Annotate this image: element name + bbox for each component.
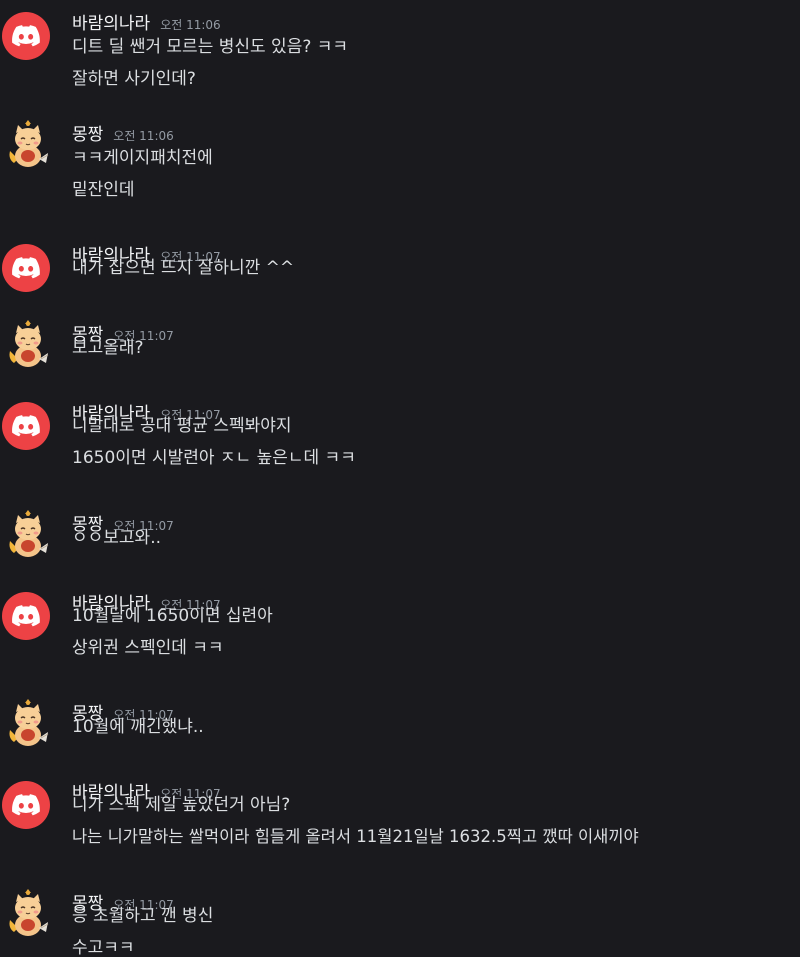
message-group: 몽짱 오전 11:07 ㅇㅇ보고와.. (0, 501, 800, 581)
avatar[interactable] (2, 402, 50, 450)
message-text: 밑잔인데 (72, 180, 135, 200)
message-header: 몽짱 오전 11:06 (72, 120, 174, 145)
message-text: ㅋㅋ게이지패치전에 (72, 148, 213, 168)
discord-logo-icon (12, 25, 40, 47)
cat-mascot-icon (9, 320, 49, 367)
avatar[interactable] (4, 509, 52, 559)
message-header: 바람의나라 오전 11:06 (72, 9, 221, 34)
message-group: 바람의나라 오전 11:07 니가 스펙 제일 높았던거 아님? 나는 니가말하… (0, 769, 800, 879)
message-text: 디트 딜 쌘거 모르는 병신도 있음? ㅋㅋ (72, 37, 349, 57)
timestamp[interactable]: 오전 11:06 (160, 16, 220, 33)
discord-logo-icon (12, 605, 40, 627)
avatar[interactable] (4, 119, 52, 169)
message-text: 나는 니가말하는 쌀먹이라 힘들게 올려서 11월21일날 1632.5찍고 깼… (72, 827, 639, 846)
avatar[interactable] (2, 12, 50, 60)
message-text: 잘하면 사기인데? (72, 69, 196, 89)
message-group: 몽짱 오전 11:07 응 초월하고 깬 병신 수고ㅋㅋ (0, 880, 800, 957)
cat-mascot-icon (9, 889, 49, 936)
message-text: 1650이면 시발련아 ㅈㄴ 높은ㄴ데 ㅋㅋ (72, 448, 356, 468)
cat-mascot-icon (9, 510, 49, 557)
message-group: 바람의나라 오전 11:06 디트 딜 쌘거 모르는 병신도 있음? ㅋㅋ 잘하… (0, 0, 800, 110)
discord-logo-icon (12, 415, 40, 437)
message-group: 바람의나라 오전 11:07 내가 잡으면 뜨지 잘하니깐 ^^ (0, 232, 800, 312)
message-text: 보고올래? (72, 338, 144, 358)
username[interactable]: 바람의나라 (72, 9, 150, 34)
message-text: 응 초월하고 깬 병신 (72, 906, 214, 926)
avatar[interactable] (2, 781, 50, 829)
message-text: 수고ㅋㅋ (72, 938, 135, 957)
message-text: 내가 잡으면 뜨지 잘하니깐 ^^ (72, 258, 295, 278)
avatar[interactable] (4, 698, 52, 748)
message-group: 바람의나라 오전 11:07 니말대로 공대 평균 스펙봐야지 1650이면 시… (0, 390, 800, 500)
cat-mascot-icon (9, 120, 49, 167)
message-text: 10월달에 1650이면 십련아 (72, 606, 273, 626)
message-text: 니가 스펙 제일 높았던거 아님? (72, 795, 291, 815)
message-text: ㅇㅇ보고와.. (72, 528, 162, 548)
message-group: 몽짱 오전 11:07 보고올래? (0, 311, 800, 391)
message-group: 바람의나라 오전 11:07 10월달에 1650이면 십련아 상위권 스펙인데… (0, 580, 800, 690)
cat-mascot-icon (9, 699, 49, 746)
username[interactable]: 몽짱 (72, 120, 103, 145)
chat-message-list: 바람의나라 오전 11:06 디트 딜 쌘거 모르는 병신도 있음? ㅋㅋ 잘하… (0, 0, 800, 957)
message-group: 몽짱 오전 11:07 10월에 깨긴했냐.. (0, 690, 800, 770)
message-text: 상위권 스펙인데 ㅋㅋ (72, 638, 224, 658)
avatar[interactable] (4, 888, 52, 938)
avatar[interactable] (4, 319, 52, 369)
message-group: 몽짱 오전 11:06 ㅋㅋ게이지패치전에 밑잔인데 (0, 111, 800, 221)
discord-logo-icon (12, 257, 40, 279)
message-text: 니말대로 공대 평균 스펙봐야지 (72, 416, 292, 436)
timestamp[interactable]: 오전 11:06 (113, 127, 173, 144)
avatar[interactable] (2, 592, 50, 640)
avatar[interactable] (2, 244, 50, 292)
message-text: 10월에 깨긴했냐.. (72, 717, 204, 737)
discord-logo-icon (12, 794, 40, 816)
